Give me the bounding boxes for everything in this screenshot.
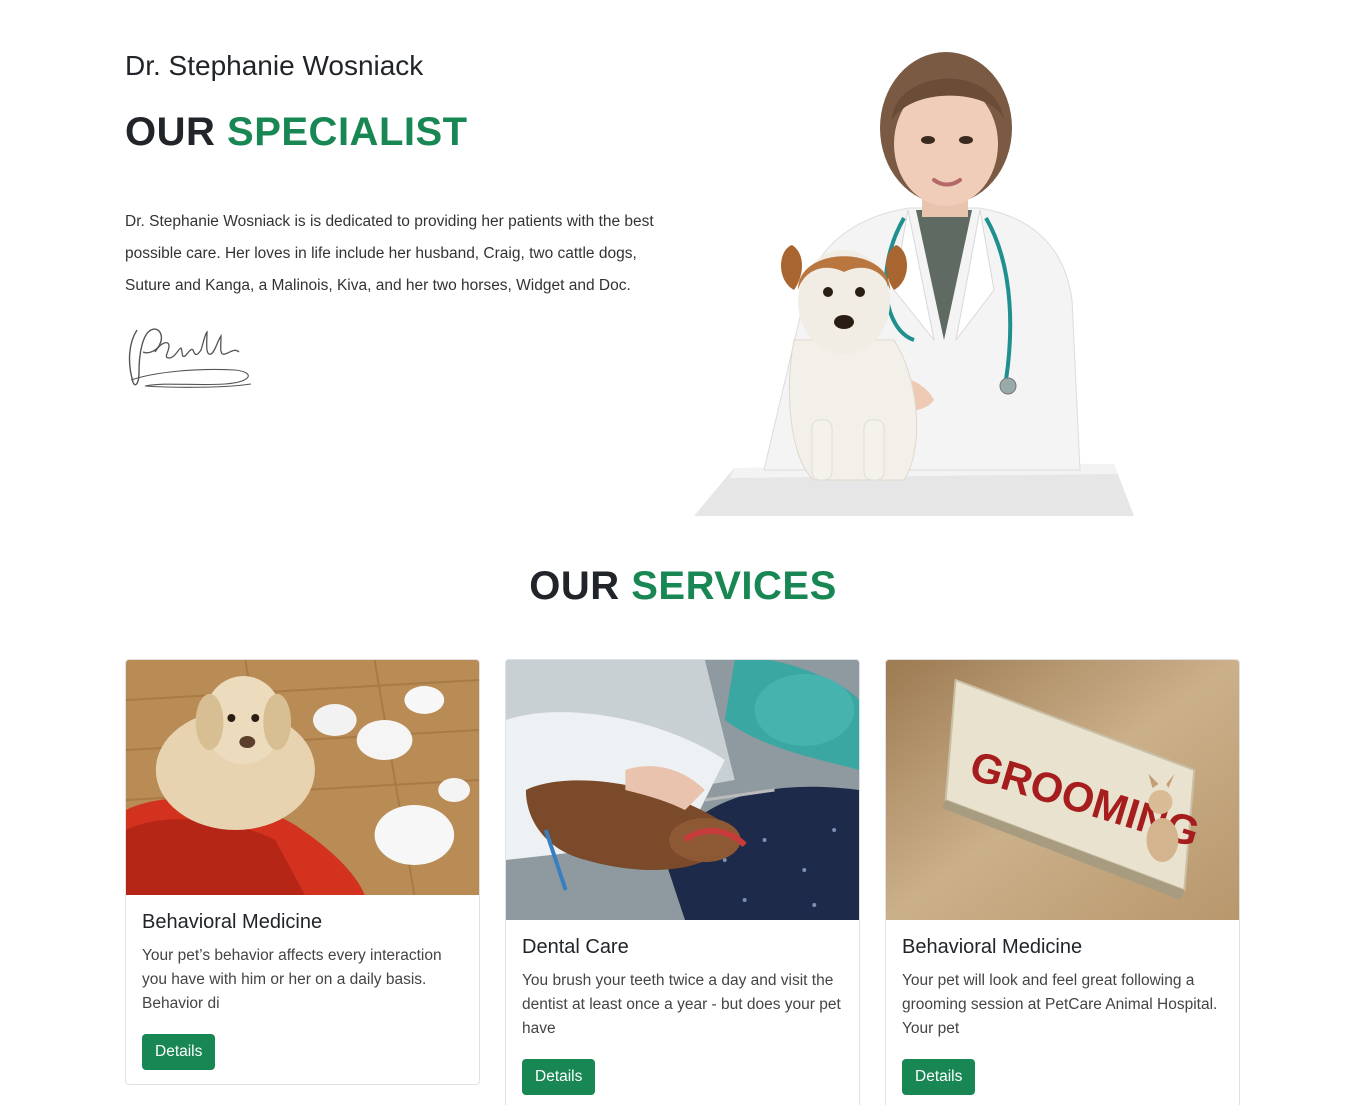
service-card-behavioral-medicine: Behavioral Medicine Your pet’s behavior … (125, 659, 480, 1085)
service-card-grooming: GROOMING Behavioral Medicine Your pet wi… (885, 659, 1240, 1105)
details-button[interactable]: Details (522, 1059, 596, 1095)
doctor-bio: Dr. Stephanie Wosniack is is dedicated t… (125, 213, 654, 294)
card-title: Behavioral Medicine (142, 911, 323, 933)
service-card-dental-care: Dental Care You brush your teeth twice a… (505, 659, 860, 1105)
card-title: Behavioral Medicine (902, 936, 1083, 958)
dog-dental-procedure-image (506, 660, 859, 920)
card-title: Dental Care (522, 936, 629, 958)
services-heading-prefix: OUR (529, 564, 620, 608)
services-heading-accent: SERVICES (631, 564, 837, 608)
dog-with-torn-cushion-image (126, 660, 479, 895)
veterinarian-with-dog-image (694, 52, 1134, 516)
details-button[interactable]: Details (142, 1034, 216, 1070)
card-body: Behavioral Medicine Your pet’s behavior … (126, 895, 479, 1070)
page: Dr. Stephanie Wosniack OUR SPECIALIST Dr… (0, 0, 1366, 1105)
doctor-name: Dr. Stephanie Wosniack (125, 50, 424, 81)
details-button[interactable]: Details (902, 1059, 976, 1095)
card-body: Behavioral Medicine Your pet will look a… (886, 920, 1239, 1095)
services-heading: OUR SERVICES (0, 564, 1366, 609)
signature-image (128, 328, 252, 388)
card-text: You brush your teeth twice a day and vis… (522, 972, 841, 1037)
specialist-heading-prefix: OUR (125, 110, 216, 154)
grooming-sign-image: GROOMING (886, 660, 1239, 920)
card-text: Your pet’s behavior affects every intera… (142, 947, 442, 1012)
card-text: Your pet will look and feel great follow… (902, 972, 1218, 1037)
card-body: Dental Care You brush your teeth twice a… (506, 920, 859, 1095)
specialist-heading-accent: SPECIALIST (227, 110, 468, 154)
specialist-heading: OUR SPECIALIST (125, 110, 468, 155)
